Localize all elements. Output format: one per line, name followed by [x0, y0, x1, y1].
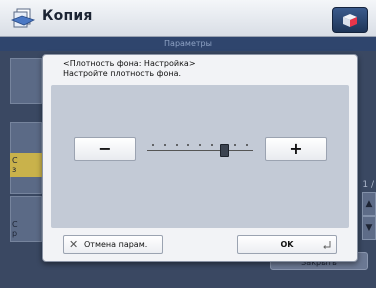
- slider-tick: [187, 144, 190, 146]
- slider-thumb[interactable]: [219, 144, 229, 157]
- slider-tick: [163, 144, 166, 146]
- app-title: Копия: [42, 8, 93, 24]
- background-header: Параметры: [0, 37, 376, 51]
- increase-button[interactable]: +: [265, 137, 327, 161]
- slider-tick: [210, 144, 213, 146]
- ok-button[interactable]: OK: [237, 235, 337, 254]
- dialog-title: <Плотность фона: Настройка>: [63, 59, 196, 68]
- slider-track: [147, 150, 253, 151]
- background-item-label: С р: [12, 220, 18, 238]
- slider-tick: [152, 144, 154, 146]
- slider-tick: [199, 144, 201, 146]
- slider-tick: [234, 144, 237, 146]
- background-density-dialog: <Плотность фона: Настройка> Настройте пл…: [42, 54, 358, 262]
- dialog-instruction: Настройте плотность фона.: [63, 69, 182, 78]
- scroll-up-button[interactable]: ▲: [362, 192, 376, 216]
- title-bar: Копия: [0, 0, 376, 37]
- slider-tick: [175, 144, 178, 146]
- cancel-settings-button[interactable]: ✕ Отмена парам.: [63, 235, 163, 254]
- box-icon: [343, 14, 357, 27]
- enter-arrow-icon: [323, 241, 331, 249]
- background-item-label: С з: [12, 156, 18, 174]
- ok-label: OK: [280, 240, 294, 249]
- status-monitor-button[interactable]: [332, 7, 368, 33]
- adjust-panel: − +: [51, 85, 349, 228]
- cancel-settings-label: Отмена парам.: [84, 240, 148, 249]
- close-x-icon: ✕: [69, 238, 79, 251]
- background-tile: [10, 58, 42, 104]
- page-indicator: 1 /: [362, 180, 374, 190]
- density-slider[interactable]: [147, 137, 253, 159]
- copy-app-icon: [10, 8, 36, 28]
- decrease-button[interactable]: −: [74, 137, 136, 161]
- scroll-down-button[interactable]: ▼: [362, 216, 376, 240]
- slider-tick: [246, 144, 248, 146]
